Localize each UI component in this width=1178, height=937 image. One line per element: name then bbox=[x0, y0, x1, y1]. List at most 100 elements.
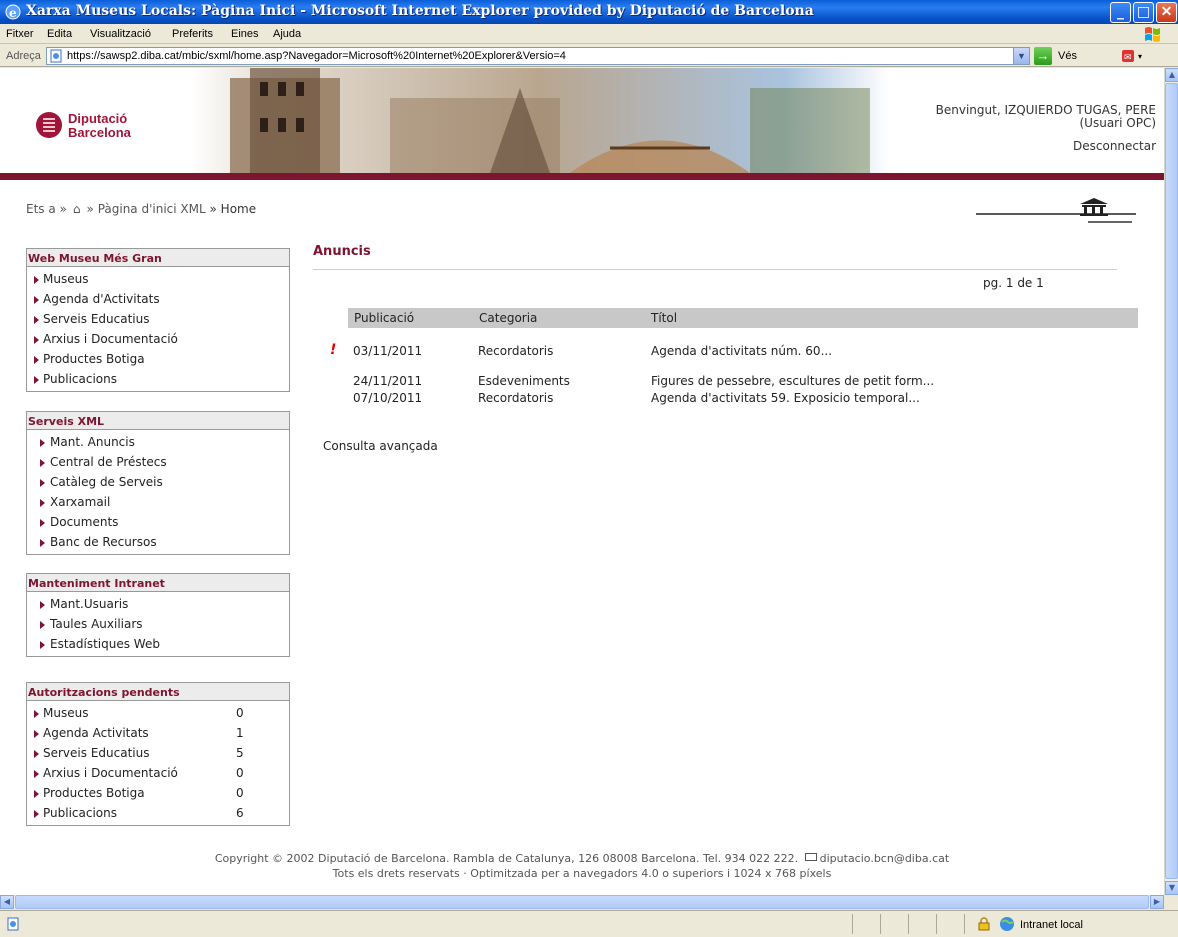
welcome-role: (Usuari OPC) bbox=[1079, 116, 1157, 130]
sidebar-item-xarxamail[interactable]: Xarxamail bbox=[27, 492, 289, 512]
auth-item-label: Productes Botiga bbox=[43, 786, 145, 800]
auth-item-productes[interactable]: Productes Botiga 0 bbox=[27, 783, 289, 803]
maximize-button[interactable]: □ bbox=[1133, 2, 1154, 23]
auth-item-arxius[interactable]: Arxius i Documentació 0 bbox=[27, 763, 289, 783]
sidebar-item-label: Banc de Recursos bbox=[50, 535, 157, 549]
lock-icon[interactable] bbox=[978, 917, 990, 931]
sidebar-item-cataleg-serveis[interactable]: Catàleg de Serveis bbox=[27, 472, 289, 492]
scroll-up-button[interactable]: ▲ bbox=[1165, 68, 1178, 82]
table-row[interactable]: ! 03/11/2011 Recordatoris Agenda d'activ… bbox=[320, 342, 1140, 360]
minimize-button[interactable]: _ bbox=[1110, 2, 1131, 23]
sidebar-item-taules-auxiliars[interactable]: Taules Auxiliars bbox=[27, 614, 289, 634]
close-button[interactable]: ✕ bbox=[1156, 2, 1177, 23]
row-title[interactable]: Figures de pessebre, escultures de petit… bbox=[651, 374, 934, 388]
diputacio-logo-mark bbox=[36, 112, 62, 138]
menu-edita[interactable]: Edita bbox=[47, 28, 72, 40]
status-bar: Intranet local bbox=[0, 910, 1178, 937]
sidebar-item-label: Agenda d'Activitats bbox=[43, 292, 160, 306]
vertical-scrollbar[interactable]: ▲ ▼ bbox=[1164, 68, 1178, 895]
sidebar-item-label: Publicacions bbox=[43, 372, 117, 386]
sidebar-item-estadistiques[interactable]: Estadístiques Web bbox=[27, 634, 289, 654]
sidebar-item-banc-recursos[interactable]: Banc de Recursos bbox=[27, 532, 289, 552]
sidebar-item-productes[interactable]: Productes Botiga bbox=[27, 349, 289, 369]
breadcrumb-sep: » bbox=[86, 202, 94, 216]
breadcrumb-item-xml[interactable]: Pàgina d'inici XML bbox=[98, 202, 206, 216]
window-title: Xarxa Museus Locals: Pàgina Inici - Micr… bbox=[26, 3, 814, 19]
arrow-right-icon bbox=[40, 499, 45, 507]
scroll-thumb[interactable] bbox=[1165, 83, 1178, 879]
column-header-categoria[interactable]: Categoria bbox=[479, 311, 537, 325]
row-category: Recordatoris bbox=[478, 391, 554, 405]
go-label[interactable]: Vés bbox=[1058, 50, 1077, 62]
sidebar-item-publicacions[interactable]: Publicacions bbox=[27, 369, 289, 389]
status-separator bbox=[852, 914, 853, 934]
sidebar-item-serveis-educatius[interactable]: Serveis Educatius bbox=[27, 309, 289, 329]
warning-flag-icon: ! bbox=[330, 342, 337, 358]
address-input[interactable]: https://sawsp2.diba.cat/mbic/sxml/home.a… bbox=[46, 47, 1030, 65]
footer-email-link[interactable]: diputacio.bcn@diba.cat bbox=[820, 852, 950, 865]
address-dropdown-button[interactable]: ▼ bbox=[1013, 48, 1029, 64]
footer: Copyright © 2002 Diputació de Barcelona.… bbox=[0, 851, 1164, 881]
menu-eines[interactable]: Eines bbox=[231, 28, 259, 40]
scroll-down-button[interactable]: ▼ bbox=[1165, 881, 1178, 895]
sidebar-item-documents[interactable]: Documents bbox=[27, 512, 289, 532]
menu-visualitzacio[interactable]: Visualització bbox=[90, 28, 151, 40]
column-header-publicacio[interactable]: Publicació bbox=[354, 311, 414, 325]
auth-item-label: Serveis Educatius bbox=[43, 746, 150, 760]
row-title[interactable]: Agenda d'activitats núm. 60... bbox=[651, 344, 832, 358]
sidebar-item-agenda[interactable]: Agenda d'Activitats bbox=[27, 289, 289, 309]
toolbar-extra-icon[interactable]: ✉ ▾ bbox=[1118, 47, 1148, 65]
logout-link[interactable]: Desconnectar bbox=[936, 140, 1156, 153]
user-info: Benvingut, IZQUIERDO TUGAS, PERE (Usuari… bbox=[936, 104, 1156, 153]
sidebar-item-mant-usuaris[interactable]: Mant.Usuaris bbox=[27, 594, 289, 614]
sidebar-manteniment-title: Manteniment Intranet bbox=[27, 574, 289, 592]
arrow-right-icon bbox=[34, 356, 39, 364]
menu-ajuda[interactable]: Ajuda bbox=[273, 28, 301, 40]
sidebar-item-label: Documents bbox=[50, 515, 119, 529]
arrow-right-icon bbox=[34, 810, 39, 818]
arrow-right-icon bbox=[34, 276, 39, 284]
sidebar-item-mant-anuncis[interactable]: Mant. Anuncis bbox=[27, 432, 289, 452]
address-url: https://sawsp2.diba.cat/mbic/sxml/home.a… bbox=[67, 50, 566, 62]
table-row[interactable]: 24/11/2011 Esdeveniments Figures de pess… bbox=[320, 374, 1140, 390]
sidebar-item-label: Mant.Usuaris bbox=[50, 597, 129, 611]
sidebar-manteniment: Manteniment Intranet Mant.Usuaris Taules… bbox=[26, 573, 290, 657]
auth-item-label: Museus bbox=[43, 706, 89, 720]
minimize-icon: _ bbox=[1117, 4, 1124, 20]
advanced-search-link[interactable]: Consulta avançada bbox=[323, 439, 438, 453]
table-row[interactable]: 07/10/2011 Recordatoris Agenda d'activit… bbox=[320, 391, 1140, 407]
sidebar-item-museus[interactable]: Museus bbox=[27, 269, 289, 289]
logo-text-line2: Barcelona bbox=[68, 125, 131, 140]
go-button[interactable]: → bbox=[1034, 47, 1052, 65]
header-divider bbox=[0, 173, 1164, 180]
row-title[interactable]: Agenda d'activitats 59. Exposicio tempor… bbox=[651, 391, 920, 405]
auth-item-serveis[interactable]: Serveis Educatius 5 bbox=[27, 743, 289, 763]
header-photo bbox=[190, 68, 890, 173]
menu-preferits[interactable]: Preferits bbox=[172, 28, 213, 40]
sidebar-item-central-prestecs[interactable]: Central de Préstecs bbox=[27, 452, 289, 472]
horizontal-scroll-thumb[interactable] bbox=[15, 895, 1149, 909]
breadcrumb-item-home: » Home bbox=[209, 202, 257, 216]
arrow-right-icon bbox=[40, 601, 45, 609]
scroll-right-button[interactable]: ▶ bbox=[1150, 895, 1164, 909]
menu-fitxer[interactable]: Fitxer bbox=[6, 28, 34, 40]
sidebar-item-arxius[interactable]: Arxius i Documentació bbox=[27, 329, 289, 349]
windows-logo-icon bbox=[1145, 27, 1160, 42]
column-header-titol[interactable]: Títol bbox=[651, 311, 677, 325]
horizontal-scrollbar[interactable]: ◀ ▶ bbox=[0, 895, 1164, 909]
auth-item-count: 0 bbox=[236, 706, 244, 720]
sidebar-item-label: Taules Auxiliars bbox=[50, 617, 143, 631]
arrow-right-icon bbox=[40, 519, 45, 527]
row-category: Esdeveniments bbox=[478, 374, 570, 388]
scroll-left-button[interactable]: ◀ bbox=[0, 895, 14, 909]
auth-item-museus[interactable]: Museus 0 bbox=[27, 703, 289, 723]
table-header: Publicació Categoria Títol bbox=[348, 308, 1138, 328]
home-icon[interactable]: ⌂ bbox=[71, 202, 83, 216]
page-icon bbox=[50, 49, 62, 63]
auth-item-publicacions[interactable]: Publicacions 6 bbox=[27, 803, 289, 823]
auth-item-agenda[interactable]: Agenda Activitats 1 bbox=[27, 723, 289, 743]
arrow-right-icon bbox=[34, 730, 39, 738]
svg-text:✉: ✉ bbox=[1124, 53, 1132, 63]
auth-item-count: 0 bbox=[236, 766, 244, 780]
arrow-right-icon bbox=[34, 710, 39, 718]
